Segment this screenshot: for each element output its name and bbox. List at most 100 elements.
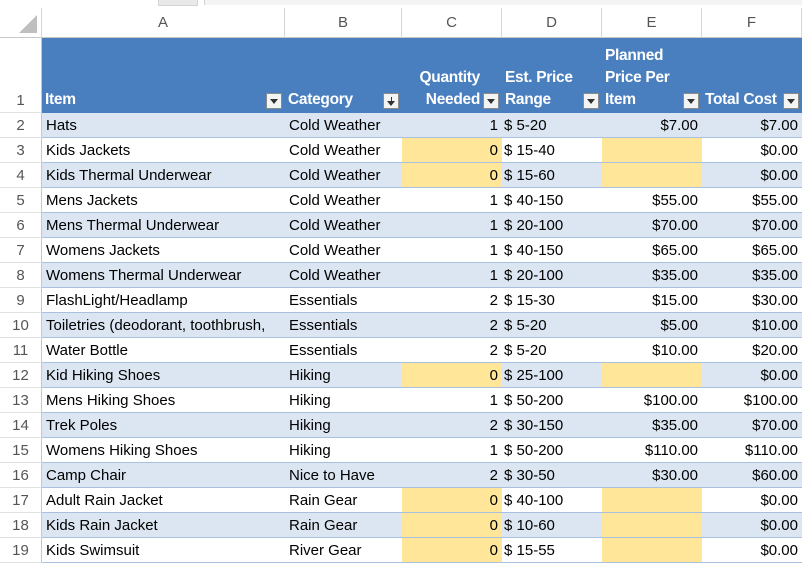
cell-category[interactable]: Hiking bbox=[285, 413, 402, 438]
row-header-19[interactable]: 19 bbox=[0, 538, 42, 563]
cell-est-price[interactable]: $ 50-200 bbox=[502, 388, 602, 413]
row-header-9[interactable]: 9 bbox=[0, 288, 42, 313]
cell-est-price[interactable]: $ 10-60 bbox=[502, 513, 602, 538]
cell-planned-price[interactable]: $65.00 bbox=[602, 238, 702, 263]
select-all-corner[interactable] bbox=[0, 8, 42, 38]
cell-est-price[interactable]: $ 15-55 bbox=[502, 538, 602, 563]
cell-planned-price[interactable]: $110.00 bbox=[602, 438, 702, 463]
cell-quantity[interactable]: 0 bbox=[402, 138, 502, 163]
row-header-10[interactable]: 10 bbox=[0, 313, 42, 338]
filter-sort-dropdown-category[interactable] bbox=[383, 93, 399, 109]
cell-quantity[interactable]: 1 bbox=[402, 113, 502, 138]
cell-total-cost[interactable]: $7.00 bbox=[702, 113, 802, 138]
cell-total-cost[interactable]: $0.00 bbox=[702, 488, 802, 513]
cell-quantity[interactable]: 2 bbox=[402, 313, 502, 338]
column-header-c[interactable]: C bbox=[402, 8, 502, 38]
cell-quantity[interactable]: 2 bbox=[402, 463, 502, 488]
cell-total-cost[interactable]: $0.00 bbox=[702, 138, 802, 163]
cell-category[interactable]: Cold Weather bbox=[285, 188, 402, 213]
cell-item[interactable]: Kids Jackets bbox=[42, 138, 285, 163]
cell-total-cost[interactable]: $30.00 bbox=[702, 288, 802, 313]
cell-total-cost[interactable]: $0.00 bbox=[702, 163, 802, 188]
cell-planned-price[interactable]: $5.00 bbox=[602, 313, 702, 338]
cell-total-cost[interactable]: $0.00 bbox=[702, 513, 802, 538]
cell-quantity[interactable]: 0 bbox=[402, 163, 502, 188]
sheet-tab-stub[interactable] bbox=[158, 0, 198, 6]
cell-category[interactable]: Rain Gear bbox=[285, 513, 402, 538]
row-header-17[interactable]: 17 bbox=[0, 488, 42, 513]
cell-quantity[interactable]: 0 bbox=[402, 363, 502, 388]
filter-dropdown-total[interactable] bbox=[783, 93, 799, 109]
row-header-5[interactable]: 5 bbox=[0, 188, 42, 213]
cell-est-price[interactable]: $ 5-20 bbox=[502, 338, 602, 363]
column-header-e[interactable]: E bbox=[602, 8, 702, 38]
cell-total-cost[interactable]: $70.00 bbox=[702, 413, 802, 438]
row-header-4[interactable]: 4 bbox=[0, 163, 42, 188]
cell-quantity[interactable]: 0 bbox=[402, 538, 502, 563]
cell-planned-price[interactable] bbox=[602, 513, 702, 538]
cell-item[interactable]: Womens Hiking Shoes bbox=[42, 438, 285, 463]
cell-category[interactable]: Cold Weather bbox=[285, 238, 402, 263]
cell-total-cost[interactable]: $0.00 bbox=[702, 363, 802, 388]
cell-est-price[interactable]: $ 30-150 bbox=[502, 413, 602, 438]
cell-quantity[interactable]: 0 bbox=[402, 488, 502, 513]
cell-total-cost[interactable]: $10.00 bbox=[702, 313, 802, 338]
filter-dropdown-quantity[interactable] bbox=[483, 93, 499, 109]
cell-total-cost[interactable]: $35.00 bbox=[702, 263, 802, 288]
cell-est-price[interactable]: $ 30-50 bbox=[502, 463, 602, 488]
cell-item[interactable]: Water Bottle bbox=[42, 338, 285, 363]
row-header-14[interactable]: 14 bbox=[0, 413, 42, 438]
cell-total-cost[interactable]: $20.00 bbox=[702, 338, 802, 363]
cell-category[interactable]: Hiking bbox=[285, 388, 402, 413]
cell-total-cost[interactable]: $70.00 bbox=[702, 213, 802, 238]
cell-planned-price[interactable]: $70.00 bbox=[602, 213, 702, 238]
cell-planned-price[interactable] bbox=[602, 538, 702, 563]
cell-planned-price[interactable]: $7.00 bbox=[602, 113, 702, 138]
cell-quantity[interactable]: 2 bbox=[402, 288, 502, 313]
cell-planned-price[interactable]: $10.00 bbox=[602, 338, 702, 363]
cell-est-price[interactable]: $ 25-100 bbox=[502, 363, 602, 388]
cell-est-price[interactable]: $ 5-20 bbox=[502, 113, 602, 138]
cell-est-price[interactable]: $ 15-30 bbox=[502, 288, 602, 313]
column-header-a[interactable]: A bbox=[42, 8, 285, 38]
cell-item[interactable]: Trek Poles bbox=[42, 413, 285, 438]
cell-est-price[interactable]: $ 50-200 bbox=[502, 438, 602, 463]
cell-item[interactable]: FlashLight/Headlamp bbox=[42, 288, 285, 313]
cell-est-price[interactable]: $ 20-100 bbox=[502, 263, 602, 288]
cell-item[interactable]: Camp Chair bbox=[42, 463, 285, 488]
cell-planned-price[interactable] bbox=[602, 363, 702, 388]
cell-quantity[interactable]: 0 bbox=[402, 513, 502, 538]
cell-planned-price[interactable]: $30.00 bbox=[602, 463, 702, 488]
filter-dropdown-item[interactable] bbox=[266, 93, 282, 109]
cell-category[interactable]: Cold Weather bbox=[285, 113, 402, 138]
cell-planned-price[interactable] bbox=[602, 488, 702, 513]
row-header-13[interactable]: 13 bbox=[0, 388, 42, 413]
column-header-d[interactable]: D bbox=[502, 8, 602, 38]
cell-category[interactable]: Essentials bbox=[285, 313, 402, 338]
cell-item[interactable]: Mens Thermal Underwear bbox=[42, 213, 285, 238]
cell-item[interactable]: Hats bbox=[42, 113, 285, 138]
cell-total-cost[interactable]: $65.00 bbox=[702, 238, 802, 263]
row-header-8[interactable]: 8 bbox=[0, 263, 42, 288]
cell-quantity[interactable]: 2 bbox=[402, 338, 502, 363]
cell-quantity[interactable]: 1 bbox=[402, 213, 502, 238]
column-header-f[interactable]: F bbox=[702, 8, 802, 38]
row-header-3[interactable]: 3 bbox=[0, 138, 42, 163]
cell-item[interactable]: Kid Hiking Shoes bbox=[42, 363, 285, 388]
cell-category[interactable]: Essentials bbox=[285, 288, 402, 313]
cell-category[interactable]: Hiking bbox=[285, 438, 402, 463]
cell-planned-price[interactable]: $100.00 bbox=[602, 388, 702, 413]
cell-est-price[interactable]: $ 40-150 bbox=[502, 188, 602, 213]
cell-planned-price[interactable] bbox=[602, 163, 702, 188]
row-header-11[interactable]: 11 bbox=[0, 338, 42, 363]
cell-category[interactable]: Cold Weather bbox=[285, 163, 402, 188]
cell-quantity[interactable]: 2 bbox=[402, 413, 502, 438]
row-header-1[interactable]: 1 bbox=[0, 38, 42, 113]
cell-category[interactable]: Hiking bbox=[285, 363, 402, 388]
cell-quantity[interactable]: 1 bbox=[402, 238, 502, 263]
cell-item[interactable]: Adult Rain Jacket bbox=[42, 488, 285, 513]
row-header-15[interactable]: 15 bbox=[0, 438, 42, 463]
cell-category[interactable]: Nice to Have bbox=[285, 463, 402, 488]
cell-item[interactable]: Kids Swimsuit bbox=[42, 538, 285, 563]
cell-planned-price[interactable]: $15.00 bbox=[602, 288, 702, 313]
